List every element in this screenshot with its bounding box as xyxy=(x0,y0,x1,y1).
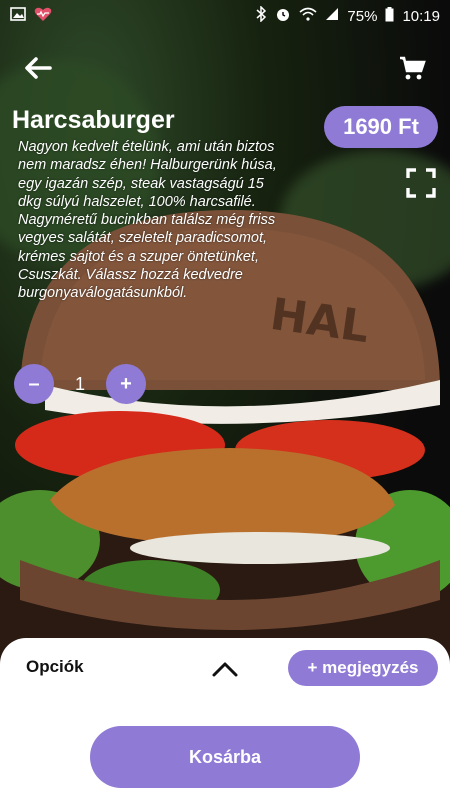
product-title: Harcsaburger xyxy=(12,106,175,134)
alarm-icon xyxy=(275,6,291,26)
options-label: Opciók xyxy=(26,657,84,676)
decrease-quantity-button[interactable]: – xyxy=(14,364,54,404)
price-badge: 1690 Ft xyxy=(324,106,438,148)
battery-label: 75% xyxy=(347,7,378,25)
quantity-stepper: – 1 + xyxy=(14,364,146,404)
battery-icon xyxy=(385,6,394,26)
arrow-left-icon xyxy=(22,57,54,88)
status-bar: 75% 10:19 xyxy=(0,0,450,32)
heart-rate-icon xyxy=(34,6,52,26)
bluetooth-icon xyxy=(255,5,267,26)
cart-icon xyxy=(398,56,426,86)
chevron-up-icon xyxy=(210,662,240,684)
quantity-value: 1 xyxy=(74,373,85,394)
add-to-cart-button[interactable]: Kosárba xyxy=(90,726,360,788)
fullscreen-button[interactable] xyxy=(406,168,436,198)
add-note-button[interactable]: + megjegyzés xyxy=(288,650,438,686)
expand-options-button[interactable] xyxy=(210,658,240,680)
cart-button[interactable] xyxy=(398,54,426,82)
clock: 10:19 xyxy=(402,7,440,25)
back-button[interactable] xyxy=(22,52,54,84)
increase-quantity-button[interactable]: + xyxy=(106,364,146,404)
options-sheet: Opciók + megjegyzés Kosárba xyxy=(0,638,450,800)
fullscreen-icon xyxy=(406,168,436,202)
signal-icon xyxy=(325,7,339,25)
product-description: Nagyon kedvelt ételünk, ami után biztos … xyxy=(18,139,277,302)
wifi-icon xyxy=(299,7,317,25)
image-icon xyxy=(10,7,26,25)
